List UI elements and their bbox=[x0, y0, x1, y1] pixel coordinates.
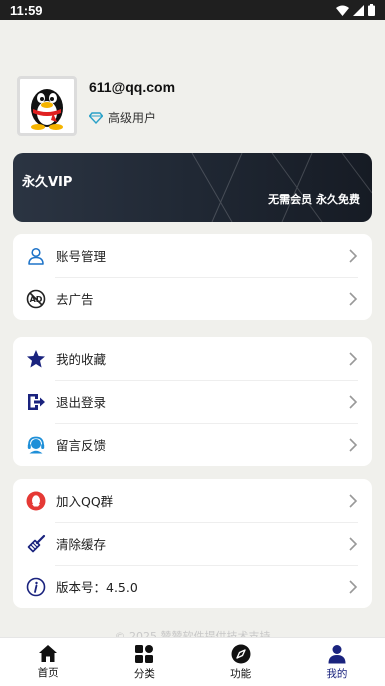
menu-item-label: 去广告 bbox=[56, 292, 94, 307]
wifi-icon bbox=[336, 5, 349, 16]
user-icon bbox=[26, 246, 46, 266]
user-email: 611@qq.com bbox=[89, 79, 176, 95]
menu-item-label: 留言反馈 bbox=[56, 438, 107, 453]
vip-subtitle: 无需会员 永久免费 bbox=[268, 193, 360, 206]
profile-header: 611@qq.com 高级用户 bbox=[17, 76, 175, 136]
chevron-right-icon bbox=[349, 493, 358, 508]
chevron-right-icon bbox=[349, 351, 358, 366]
tab-label: 我的 bbox=[326, 667, 348, 680]
diamond-icon bbox=[89, 111, 103, 124]
tab-label: 功能 bbox=[230, 667, 252, 680]
menu-item-label: 加入QQ群 bbox=[56, 494, 114, 509]
logout-icon bbox=[26, 392, 46, 412]
menu-item-join-qq-group[interactable]: 加入QQ群 bbox=[13, 479, 372, 522]
tab-category[interactable]: 分类 bbox=[96, 638, 192, 686]
menu-item-label: 清除缓存 bbox=[56, 537, 107, 552]
menu-item-label: 账号管理 bbox=[56, 249, 107, 264]
bottom-tab-bar: 首页 分类 功能 我的 bbox=[0, 637, 385, 686]
vip-banner[interactable]: 永久VIP 无需会员 永久免费 bbox=[13, 153, 372, 222]
chevron-right-icon bbox=[349, 248, 358, 263]
menu-item-label: 版本号：4.5.0 bbox=[56, 580, 138, 595]
tab-mine[interactable]: 我的 bbox=[289, 638, 385, 686]
signal-icon bbox=[353, 4, 364, 16]
battery-icon bbox=[368, 4, 375, 16]
chevron-right-icon bbox=[349, 394, 358, 409]
menu-card-app: 加入QQ群 清除缓存 版本号：4.5.0 bbox=[13, 479, 372, 608]
vip-decoration bbox=[191, 153, 372, 222]
vip-title: 永久VIP bbox=[22, 175, 73, 190]
grid-icon bbox=[135, 644, 154, 663]
broom-icon bbox=[26, 534, 46, 554]
status-time: 11:59 bbox=[10, 2, 43, 18]
tab-features[interactable]: 功能 bbox=[193, 638, 289, 686]
tab-label: 分类 bbox=[133, 667, 155, 680]
avatar[interactable] bbox=[17, 76, 77, 136]
tab-label: 首页 bbox=[37, 667, 59, 679]
chevron-right-icon bbox=[349, 437, 358, 452]
status-icons bbox=[336, 4, 375, 16]
menu-card-account: 账号管理 AD 去广告 bbox=[13, 234, 372, 320]
menu-item-account-management[interactable]: 账号管理 bbox=[13, 234, 372, 277]
menu-item-label: 我的收藏 bbox=[56, 352, 107, 367]
compass-icon bbox=[231, 644, 251, 663]
no-ads-icon: AD bbox=[26, 289, 46, 309]
chevron-right-icon bbox=[349, 536, 358, 551]
qq-icon bbox=[26, 491, 46, 511]
star-icon bbox=[26, 349, 46, 369]
menu-item-version[interactable]: 版本号：4.5.0 bbox=[13, 565, 372, 608]
menu-item-clear-cache[interactable]: 清除缓存 bbox=[13, 522, 372, 565]
tab-home[interactable]: 首页 bbox=[0, 638, 96, 686]
home-icon bbox=[39, 645, 58, 662]
person-icon bbox=[328, 644, 346, 663]
user-level: 高级用户 bbox=[89, 109, 175, 126]
menu-item-feedback[interactable]: 留言反馈 bbox=[13, 423, 372, 466]
user-level-label: 高级用户 bbox=[108, 111, 157, 125]
qq-penguin-icon bbox=[31, 89, 63, 130]
menu-item-logout[interactable]: 退出登录 bbox=[13, 380, 372, 423]
chevron-right-icon bbox=[349, 291, 358, 306]
info-icon bbox=[26, 577, 46, 597]
menu-item-favorites[interactable]: 我的收藏 bbox=[13, 337, 372, 380]
status-bar: 11:59 bbox=[0, 0, 385, 20]
headset-icon bbox=[26, 435, 46, 455]
menu-item-label: 退出登录 bbox=[56, 395, 107, 410]
menu-card-user: 我的收藏 退出登录 留言反馈 bbox=[13, 337, 372, 466]
menu-item-remove-ads[interactable]: AD 去广告 bbox=[13, 277, 372, 320]
chevron-right-icon bbox=[349, 579, 358, 594]
